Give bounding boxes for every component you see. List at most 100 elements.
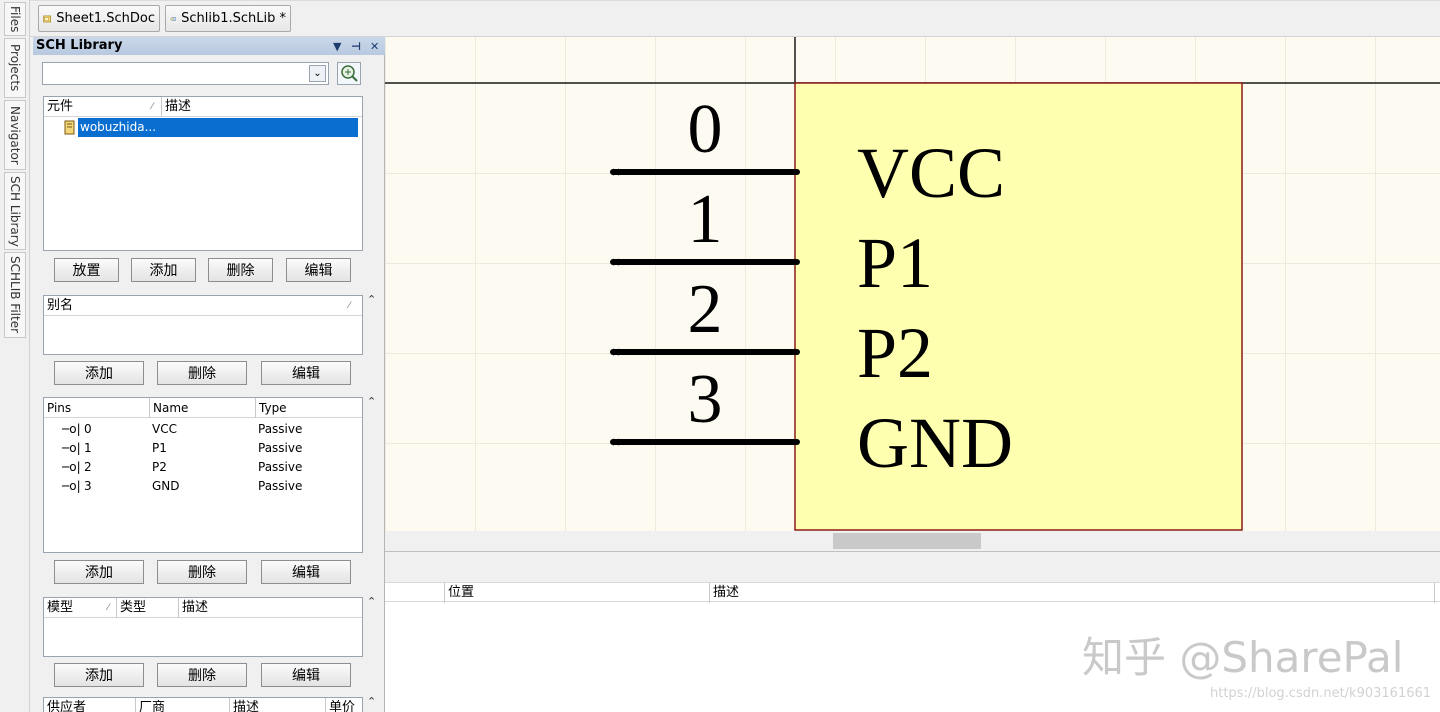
panel-menu-icon[interactable]: ▼ (333, 38, 341, 56)
close-icon[interactable]: ✕ (370, 38, 379, 56)
header-manufacturer-label: 厂商 (139, 700, 166, 712)
header-type[interactable]: Type (256, 398, 362, 418)
add-model-label: 添加 (85, 668, 113, 684)
place-button[interactable]: 放置 (54, 258, 119, 282)
header-component[interactable]: 元件 ⁄ (44, 97, 162, 117)
pin-number: 1 (84, 441, 92, 455)
chevron-down-icon[interactable]: ⌄ (309, 65, 326, 82)
header-supplier[interactable]: 供应者 (44, 698, 136, 712)
header-model-description[interactable]: 描述 (179, 598, 362, 618)
models-header: 模型 ⁄ 类型 描述 (44, 598, 362, 618)
components-list: 元件 ⁄ 描述 wobuzhida... (43, 96, 363, 251)
delete-pin-button[interactable]: 删除 (157, 560, 247, 584)
collapse-models-icon[interactable]: ⌃ (367, 595, 376, 608)
schlib-icon (170, 16, 176, 21)
collapse-pins-icon[interactable]: ⌃ (367, 395, 376, 408)
collapse-suppliers-icon[interactable]: ⌃ (367, 695, 376, 708)
header-blank (385, 583, 445, 603)
table-row[interactable]: ─o| 1 P1 Passive (44, 439, 362, 458)
pin-symbol-icon: ─o| (62, 460, 81, 474)
header-manufacturer[interactable]: 厂商 (136, 698, 230, 712)
table-row[interactable]: ─o| 2 P2 Passive (44, 458, 362, 477)
tab-schlib-filter-label: SCHLIB Filter (8, 256, 22, 334)
delete-pin-label: 删除 (188, 565, 216, 581)
pin-name: GND (152, 479, 180, 493)
suppliers-list: 供应者 厂商 描述 单价 (43, 697, 363, 712)
add-component-label: 添加 (149, 263, 178, 279)
header-alias[interactable]: 别名 ⁄ (44, 296, 362, 316)
pin-hotspot-icon: × (611, 435, 621, 449)
edit-component-label: 编辑 (304, 263, 333, 279)
watermark: 知乎 @SharePal (1082, 633, 1404, 682)
document-tab-bar: Sheet1.SchDoc Schlib1.SchLib * (30, 0, 1440, 37)
tab-schlib1-schlib[interactable]: Schlib1.SchLib * (165, 5, 291, 32)
pin-name: P1 (152, 441, 167, 455)
tab-files[interactable]: Files (4, 2, 26, 36)
pin-symbol-icon: ─o| (62, 479, 81, 493)
tab-schlib1-label: Schlib1.SchLib * (181, 11, 286, 26)
delete-alias-label: 删除 (188, 366, 216, 382)
header-pins[interactable]: Pins (44, 398, 150, 418)
pins-list: Pins Name Type ─o| 0 VCC Passive ─o| 1 P… (43, 397, 363, 553)
pin-number: 0 (84, 422, 92, 436)
delete-alias-button[interactable]: 删除 (157, 361, 247, 385)
models-list: 模型 ⁄ 类型 描述 (43, 597, 363, 657)
header-model[interactable]: 模型 ⁄ (44, 598, 117, 618)
header-alias-label: 别名 (47, 298, 74, 313)
header-unit-price-label: 单价 (329, 700, 356, 712)
search-combo[interactable]: ⌄ (42, 62, 329, 85)
tab-sheet1-schdoc[interactable]: Sheet1.SchDoc (38, 5, 160, 32)
header-name-label: Name (153, 401, 189, 415)
pin-name-label: P1 (857, 223, 934, 303)
suppliers-header: 供应者 厂商 描述 单价 (44, 698, 362, 712)
tab-schlib-filter[interactable]: SCHLIB Filter (4, 252, 26, 338)
table-row[interactable]: ─o| 0 VCC Passive (44, 420, 362, 439)
add-alias-button[interactable]: 添加 (54, 361, 144, 385)
pin-hotspot-icon: × (611, 255, 621, 269)
add-model-button[interactable]: 添加 (54, 663, 144, 687)
sort-icon: ⁄ (107, 603, 109, 613)
delete-model-button[interactable]: 删除 (157, 663, 247, 687)
edit-model-button[interactable]: 编辑 (261, 663, 351, 687)
header-type-label: Type (259, 401, 287, 415)
pin-symbol-icon: ─o| (62, 422, 81, 436)
pin-icon[interactable]: ⊣ (351, 38, 361, 56)
collapse-aliases-icon[interactable]: ⌃ (367, 293, 376, 306)
tab-projects[interactable]: Projects (4, 38, 26, 98)
pin-number: 2 (84, 460, 92, 474)
delete-component-button[interactable]: 删除 (208, 258, 273, 282)
bottom-toolbar-strip (385, 552, 1440, 582)
edit-model-label: 编辑 (292, 668, 320, 684)
schematic-canvas[interactable]: × × × × 0 VCC 1 P1 2 P2 3 GND (385, 37, 1440, 551)
add-component-button[interactable]: 添加 (131, 258, 196, 282)
add-pin-label: 添加 (85, 565, 113, 581)
list-item[interactable]: wobuzhida... (62, 118, 362, 137)
pin-name-label: GND (857, 403, 1013, 483)
table-row[interactable]: ─o| 3 GND Passive (44, 477, 362, 496)
tab-navigator-label: Navigator (8, 105, 22, 165)
header-model-type[interactable]: 类型 (117, 598, 179, 618)
aliases-list: 别名 ⁄ (43, 295, 363, 355)
header-description[interactable]: 描述 (162, 97, 362, 117)
header-bottom-description[interactable]: 描述 (710, 583, 1435, 603)
header-supplier-description[interactable]: 描述 (230, 698, 326, 712)
add-pin-button[interactable]: 添加 (54, 560, 144, 584)
header-position[interactable]: 位置 (445, 583, 710, 603)
header-model-description-label: 描述 (182, 600, 209, 615)
search-button[interactable] (337, 62, 361, 85)
side-tab-strip: Files Projects Navigator SCH Library SCH… (0, 0, 30, 712)
pin-number-label: 3 (687, 361, 723, 438)
edit-component-button[interactable]: 编辑 (286, 258, 351, 282)
edit-alias-button[interactable]: 编辑 (261, 361, 351, 385)
header-name[interactable]: Name (150, 398, 256, 418)
header-description-label: 描述 (165, 99, 192, 114)
scrollbar-thumb[interactable] (833, 533, 981, 549)
pin-name: VCC (152, 422, 177, 436)
header-unit-price[interactable]: 单价 (326, 698, 362, 712)
horizontal-scrollbar[interactable] (385, 531, 1440, 551)
tab-navigator[interactable]: Navigator (4, 100, 26, 170)
pin-type: Passive (258, 422, 303, 436)
pin-name-label: VCC (857, 133, 1006, 213)
edit-pin-button[interactable]: 编辑 (261, 560, 351, 584)
tab-sch-library[interactable]: SCH Library (4, 172, 26, 250)
